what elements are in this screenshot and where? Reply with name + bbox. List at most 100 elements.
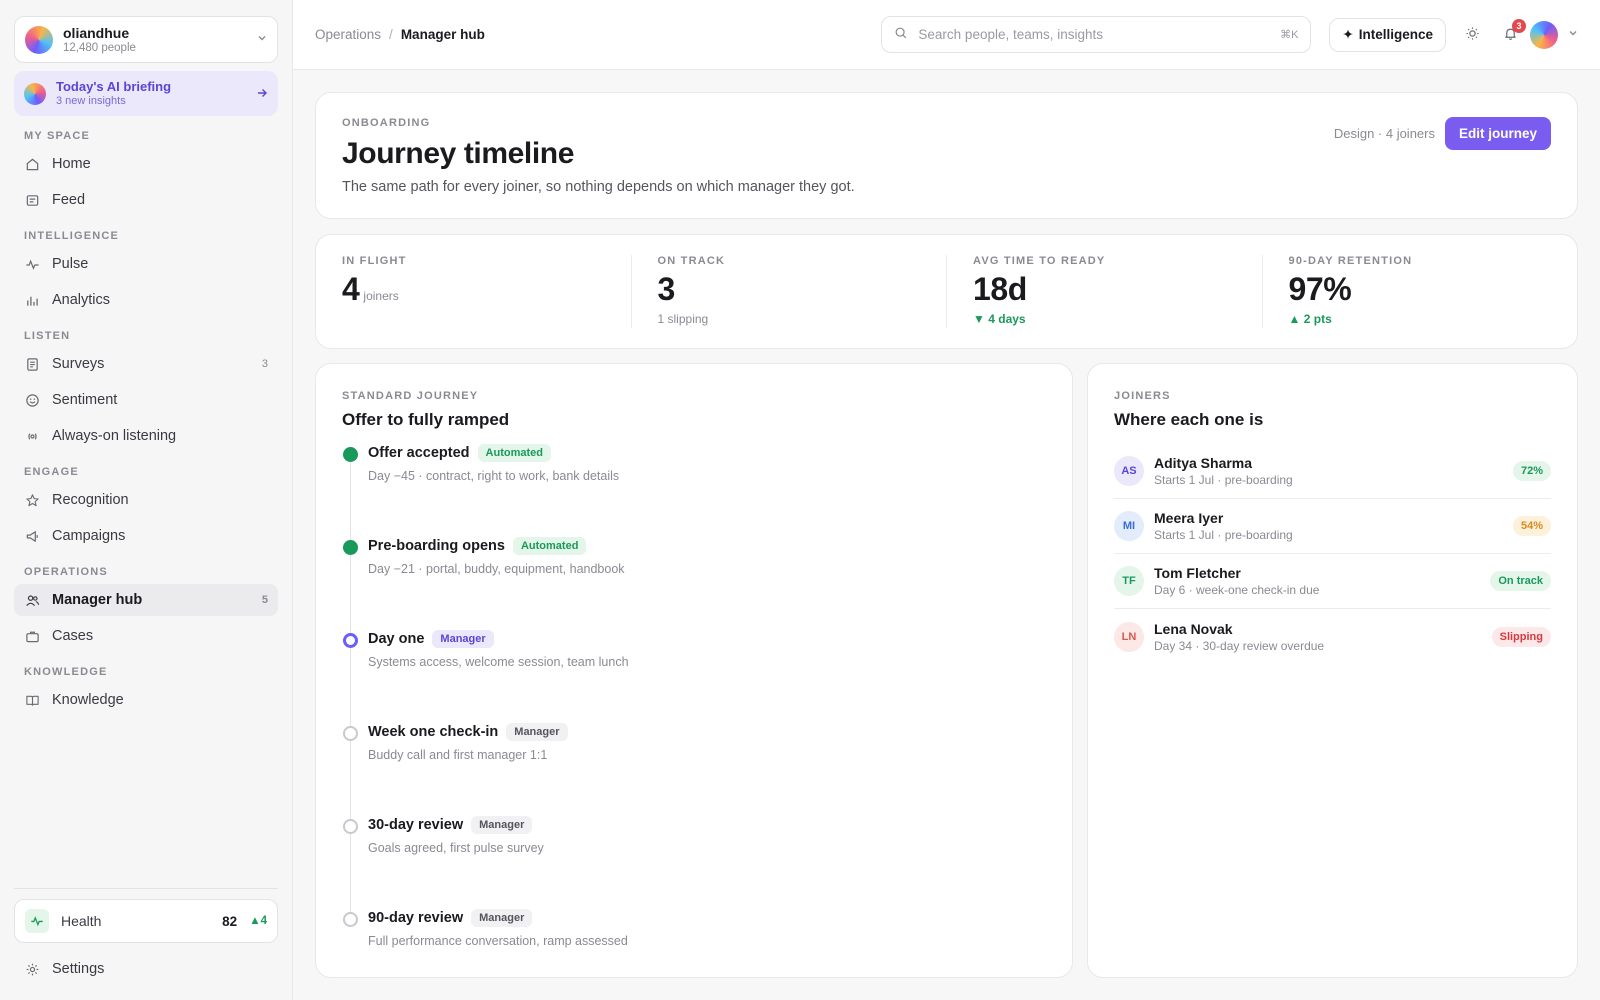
step-title: 90-day review	[368, 910, 464, 926]
step-tag: Manager	[506, 723, 568, 741]
search-icon	[894, 26, 908, 43]
sidebar-item-sentiment[interactable]: Sentiment	[14, 384, 278, 416]
intelligence-button[interactable]: ✦ Intelligence	[1329, 17, 1446, 52]
notifications-badge: 3	[1512, 18, 1526, 33]
joiner-name: Aditya Sharma	[1154, 455, 1253, 471]
journey-title: Offer to fully ramped	[342, 410, 510, 429]
avatar: AS	[1114, 456, 1144, 486]
sidebar-item-feed[interactable]: Feed	[14, 184, 278, 216]
sidebar-item-knowledge[interactable]: Knowledge	[14, 684, 278, 716]
broadcast-icon	[24, 428, 40, 444]
briefing-title: Today's AI briefing	[56, 79, 172, 94]
sidebar-item-analytics[interactable]: Analytics	[14, 284, 278, 316]
joiner-status-text: Starts 1 Jul · pre-boarding	[1154, 528, 1293, 542]
search-placeholder: Search people, teams, insights	[918, 27, 1104, 42]
avatar: TF	[1114, 566, 1144, 596]
breadcrumb-parent[interactable]: Operations	[315, 27, 381, 42]
joiners-list: AS Aditya Sharma Starts 1 Jul · pre-boar…	[1114, 444, 1551, 664]
timeline-step[interactable]: Day one Manager Systems access, welcome …	[342, 630, 1046, 723]
sidebar-item-surveys[interactable]: Surveys 3	[14, 348, 278, 380]
sidebar-item-always-on-listening[interactable]: Always-on listening	[14, 420, 278, 452]
health-score: 82	[222, 913, 238, 929]
theme-toggle-button[interactable]	[1460, 23, 1484, 47]
step-tag: Manager	[471, 816, 533, 834]
briefcase-icon	[24, 628, 40, 644]
settings-label: Settings	[52, 961, 105, 977]
triangle-down-icon: ▼	[973, 312, 985, 326]
sidebar-item-manager-hub[interactable]: Manager hub 5	[14, 584, 278, 616]
joiner-row[interactable]: LN Lena Novak Day 34 · 30-day review ove…	[1114, 609, 1551, 664]
stat-value: 18d	[973, 271, 1027, 307]
stat-label: ON TRACK	[657, 255, 726, 267]
sidebar-item-label: Cases	[52, 628, 94, 644]
search-shortcut: ⌘K	[1280, 29, 1299, 41]
timeline-step[interactable]: Offer accepted Automated Day −45 · contr…	[342, 444, 1046, 537]
step-tag: Automated	[512, 537, 587, 555]
sidebar-item-campaigns[interactable]: Campaigns	[14, 520, 278, 552]
notifications-button[interactable]: 3	[1498, 18, 1526, 47]
sidebar-item-label: Campaigns	[52, 528, 126, 544]
section-label-my-space: MY SPACE	[24, 130, 91, 142]
sidebar-item-recognition[interactable]: Recognition	[14, 484, 278, 516]
stat-value: 4	[342, 271, 360, 307]
timeline-step[interactable]: Pre-boarding opens Automated Day −21 · p…	[342, 537, 1046, 630]
step-pending-dot	[343, 912, 358, 927]
sidebar-item-pulse[interactable]: Pulse	[14, 248, 278, 280]
journey-header-card: ONBOARDING Journey timeline The same pat…	[315, 92, 1578, 219]
sidebar-item-label: Always-on listening	[52, 428, 177, 444]
sidebar-item-home[interactable]: Home	[14, 148, 278, 180]
org-avatar	[25, 25, 53, 54]
section-label-operations: OPERATIONS	[24, 566, 108, 578]
user-avatar[interactable]	[1530, 20, 1558, 49]
joiner-status-text: Day 6 · week-one check-in due	[1154, 583, 1320, 597]
intelligence-label: Intelligence	[1358, 27, 1433, 42]
triangle-up-icon: ▲	[249, 915, 261, 927]
step-title: Day one	[368, 631, 425, 647]
step-title: 30-day review	[368, 817, 464, 833]
star-icon	[24, 492, 40, 508]
document-icon	[24, 356, 40, 372]
sun-icon	[1465, 26, 1480, 44]
timeline-step[interactable]: 90-day review Manager Full performance c…	[342, 909, 1046, 1000]
joiner-row[interactable]: MI Meera Iyer Starts 1 Jul · pre-boardin…	[1114, 499, 1551, 554]
joiners-card: JOINERS Where each one is AS Aditya Shar…	[1087, 363, 1578, 978]
sidebar-item-cases[interactable]: Cases	[14, 620, 278, 652]
edit-journey-button[interactable]: Edit journey	[1444, 117, 1551, 150]
gear-icon	[24, 961, 40, 977]
joiner-row[interactable]: AS Aditya Sharma Starts 1 Jul · pre-boar…	[1114, 444, 1551, 499]
ai-orb-icon	[24, 82, 46, 105]
sidebar-item-settings[interactable]: Settings	[14, 955, 278, 983]
timeline: Offer accepted Automated Day −45 · contr…	[342, 444, 1046, 1000]
journey-eyebrow: STANDARD JOURNEY	[342, 390, 479, 402]
timeline-step[interactable]: Week one check-in Manager Buddy call and…	[342, 723, 1046, 816]
step-pending-dot	[343, 819, 358, 834]
timeline-step[interactable]: 30-day review Manager Goals agreed, firs…	[342, 816, 1046, 909]
sidebar-item-label: Recognition	[52, 492, 129, 508]
joiners-title: Where each one is	[1114, 410, 1264, 429]
sidebar-item-label: Knowledge	[52, 692, 124, 708]
ai-briefing-card[interactable]: Today's AI briefing 3 new insights	[14, 71, 278, 116]
journey-timeline-card: STANDARD JOURNEY Offer to fully ramped O…	[315, 363, 1073, 978]
stat-on-track: ON TRACK 3 1 slipping	[630, 255, 947, 328]
briefing-sub: 3 new insights	[56, 95, 126, 107]
megaphone-icon	[24, 528, 40, 544]
step-title: Week one check-in	[368, 724, 499, 740]
health-widget[interactable]: Health 82 ▲4	[14, 899, 278, 943]
step-tag: Automated	[477, 444, 551, 462]
step-description: Day −21 · portal, buddy, equipment, hand…	[368, 562, 625, 576]
health-delta: ▲4	[249, 915, 267, 927]
step-description: Buddy call and first manager 1:1	[368, 748, 548, 762]
breadcrumb-separator: /	[389, 27, 393, 42]
step-description: Full performance conversation, ramp asse…	[368, 934, 628, 948]
search-input[interactable]: Search people, teams, insights ⌘K	[881, 16, 1312, 53]
stat-label: IN FLIGHT	[342, 255, 407, 267]
avatar: MI	[1114, 511, 1144, 541]
book-icon	[24, 692, 40, 708]
stat-value: 3	[657, 271, 676, 307]
joiner-row[interactable]: TF Tom Fletcher Day 6 · week-one check-i…	[1114, 554, 1551, 609]
health-label: Health	[61, 913, 102, 929]
chevron-down-icon[interactable]	[1568, 28, 1578, 41]
org-switcher[interactable]: oliandhue 12,480 people	[14, 16, 278, 63]
smile-icon	[24, 392, 40, 408]
sparkle-icon: ✦	[1342, 26, 1354, 42]
